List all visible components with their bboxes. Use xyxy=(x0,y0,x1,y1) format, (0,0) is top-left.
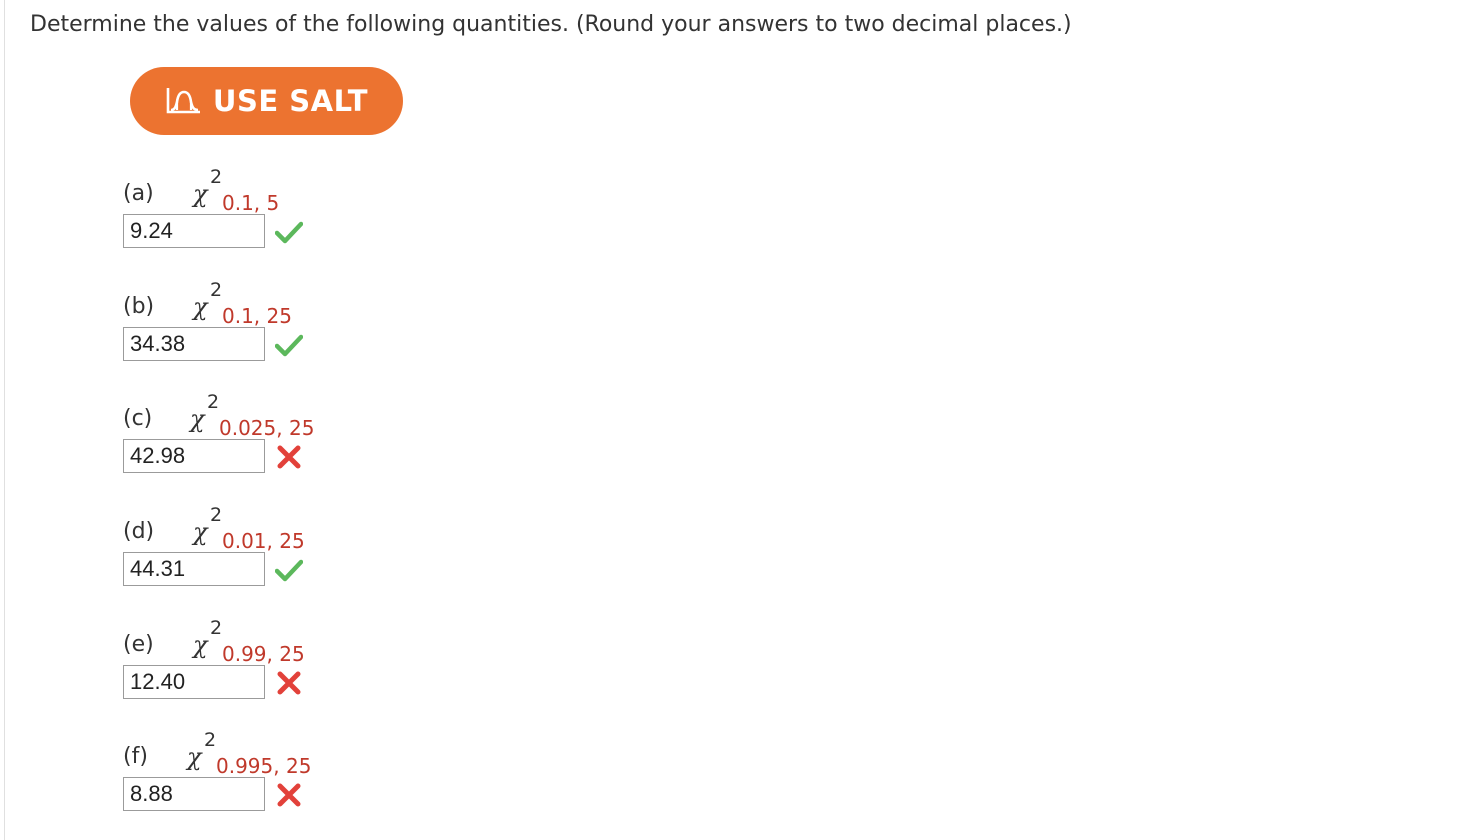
part-b: (b) χ 2 0.1, 25 34.38 xyxy=(123,280,523,368)
part-label: (c) xyxy=(123,406,153,431)
chi-subscript: 0.025, 25 xyxy=(219,416,315,440)
chi-superscript: 2 xyxy=(210,504,223,526)
part-label: (a) xyxy=(123,181,154,206)
chi-symbol: χ xyxy=(193,518,208,546)
part-e: (e) χ 2 0.99, 25 12.40 xyxy=(123,618,523,706)
chi-symbol: χ xyxy=(193,180,208,208)
chi-symbol: χ xyxy=(193,293,208,321)
chi-symbol: χ xyxy=(190,405,205,433)
part-d: (d) χ 2 0.01, 25 44.31 xyxy=(123,505,523,593)
x-mark-icon xyxy=(277,671,301,695)
x-mark-icon xyxy=(277,445,301,469)
x-mark-icon xyxy=(277,783,301,807)
answer-input-a[interactable]: 9.24 xyxy=(123,214,265,248)
chi-subscript: 0.1, 25 xyxy=(222,304,292,328)
part-label: (b) xyxy=(123,294,155,319)
salt-icon xyxy=(166,88,200,114)
part-c: (c) χ 2 0.025, 25 42.98 xyxy=(123,392,523,480)
part-label: (f) xyxy=(123,744,148,769)
part-f: (f) χ 2 0.995, 25 8.88 xyxy=(123,730,523,818)
answer-input-b[interactable]: 34.38 xyxy=(123,327,265,361)
chi-superscript: 2 xyxy=(210,617,223,639)
answer-input-d[interactable]: 44.31 xyxy=(123,552,265,586)
part-label: (e) xyxy=(123,632,154,657)
part-a: (a) χ 2 0.1, 5 9.24 xyxy=(123,167,523,255)
chi-subscript: 0.99, 25 xyxy=(222,642,305,666)
answer-input-f[interactable]: 8.88 xyxy=(123,777,265,811)
use-salt-label: USE SALT xyxy=(212,84,369,118)
question-text: Determine the values of the following qu… xyxy=(30,12,1072,37)
chi-subscript: 0.1, 5 xyxy=(222,191,280,215)
checkmark-icon xyxy=(275,334,303,357)
chi-superscript: 2 xyxy=(207,391,220,413)
chi-symbol: χ xyxy=(193,631,208,659)
chi-subscript: 0.995, 25 xyxy=(216,754,312,778)
chi-symbol: χ xyxy=(187,743,202,771)
answer-input-c[interactable]: 42.98 xyxy=(123,439,265,473)
use-salt-button[interactable]: USE SALT xyxy=(130,67,403,135)
page-left-border xyxy=(4,0,5,840)
checkmark-icon xyxy=(275,559,303,582)
chi-superscript: 2 xyxy=(210,166,223,188)
part-label: (d) xyxy=(123,519,155,544)
chi-superscript: 2 xyxy=(210,279,223,301)
answer-input-e[interactable]: 12.40 xyxy=(123,665,265,699)
checkmark-icon xyxy=(275,221,303,244)
chi-superscript: 2 xyxy=(204,729,217,751)
chi-subscript: 0.01, 25 xyxy=(222,529,305,553)
